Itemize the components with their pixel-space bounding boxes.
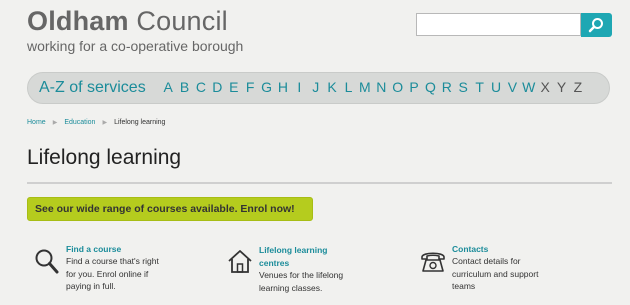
az-letter-r[interactable]: R [439, 79, 455, 95]
az-letter-d[interactable]: D [209, 79, 225, 95]
logo-rest: Council [128, 6, 228, 36]
breadcrumb-separator-icon: ▶ [102, 120, 108, 126]
az-letter-v[interactable]: V [504, 79, 520, 95]
house-icon [228, 250, 252, 273]
breadcrumb: Home ▶ Education ▶ Lifelong learning [27, 119, 165, 126]
page-title: Lifelong learning [27, 146, 182, 169]
enrol-cta-button[interactable]: See our wide range of courses available.… [27, 197, 313, 221]
logo-tagline: working for a co-operative borough [27, 38, 244, 54]
breadcrumb-home[interactable]: Home [27, 119, 46, 126]
az-letter-i[interactable]: I [291, 79, 307, 95]
telephone-icon [421, 252, 445, 272]
az-letter-x[interactable]: X [537, 79, 553, 95]
feature-title-link[interactable]: Contacts [452, 244, 488, 254]
search-button[interactable] [581, 13, 612, 37]
az-letter-y[interactable]: Y [553, 79, 569, 95]
az-letter-c[interactable]: C [193, 79, 209, 95]
az-services-bar: A-Z of services ABCDEFGHIJKLMNOPQRSTUVWX… [27, 72, 610, 104]
az-letter-k[interactable]: K [324, 79, 340, 95]
breadcrumb-current: Lifelong learning [114, 119, 166, 126]
enrol-cta-label: See our wide range of courses available.… [35, 203, 295, 215]
az-letter-o[interactable]: O [389, 79, 405, 95]
az-letter-l[interactable]: L [340, 79, 356, 95]
az-letter-h[interactable]: H [275, 79, 291, 95]
az-letter-s[interactable]: S [455, 79, 471, 95]
search-input[interactable] [416, 13, 581, 36]
az-letter-w[interactable]: W [521, 79, 537, 95]
az-letter-t[interactable]: T [471, 79, 487, 95]
feature-description: Find a course that's right for you. Enro… [66, 256, 159, 291]
az-letter-a[interactable]: A [160, 79, 176, 95]
feature-title-link[interactable]: Find a course [66, 244, 121, 254]
title-divider [27, 182, 612, 184]
az-letter-g[interactable]: G [258, 79, 274, 95]
az-letter-f[interactable]: F [242, 79, 258, 95]
breadcrumb-education[interactable]: Education [64, 119, 95, 126]
az-letters: ABCDEFGHIJKLMNOPQRSTUVWXYZ [160, 79, 586, 95]
council-logo[interactable]: Oldham Council [27, 6, 228, 37]
az-letter-j[interactable]: J [308, 79, 324, 95]
az-letter-b[interactable]: B [176, 79, 192, 95]
az-letter-m[interactable]: M [357, 79, 373, 95]
search-icon [588, 18, 603, 33]
az-letter-n[interactable]: N [373, 79, 389, 95]
feature-description: Contact details for curriculum and suppo… [452, 256, 539, 291]
az-letter-q[interactable]: Q [422, 79, 438, 95]
az-letter-u[interactable]: U [488, 79, 504, 95]
breadcrumb-separator-icon: ▶ [52, 120, 58, 126]
az-letter-p[interactable]: P [406, 79, 422, 95]
feature-title-link[interactable]: Lifelong learning centres [259, 244, 354, 269]
magnifier-icon [35, 249, 59, 274]
feature-description: Venues for the lifelong learning classes… [259, 270, 344, 293]
az-letter-e[interactable]: E [226, 79, 242, 95]
logo-bold: Oldham [27, 6, 129, 36]
az-letter-z[interactable]: Z [570, 79, 586, 95]
az-title-link[interactable]: A-Z of services [39, 79, 146, 97]
